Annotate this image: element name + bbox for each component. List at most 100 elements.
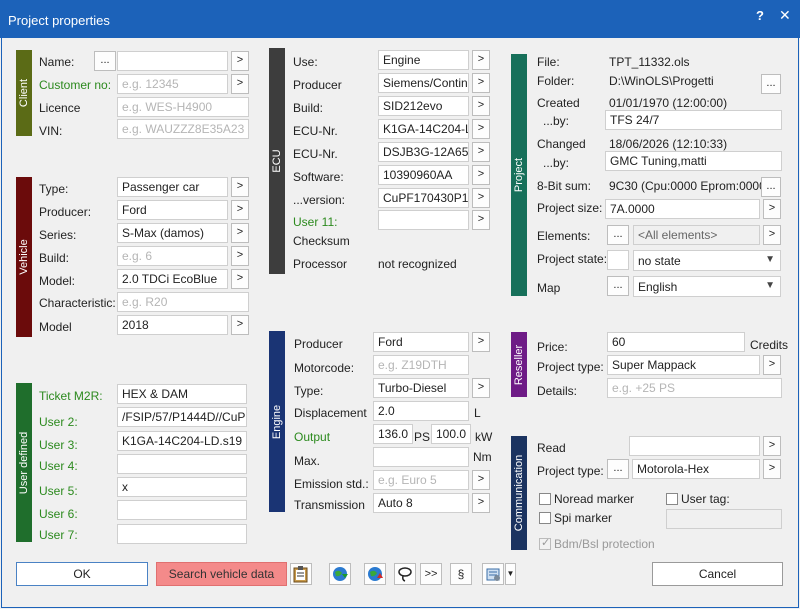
project-size-field[interactable]: 7A.0000 xyxy=(605,199,760,219)
displacement-field[interactable]: 2.0 xyxy=(373,401,469,421)
transmission-field[interactable]: Auto 8 xyxy=(373,493,469,513)
settings-dropdown-arrow[interactable]: ▼ xyxy=(505,563,516,585)
version-arrow-button[interactable]: > xyxy=(472,188,490,208)
changed-by-field[interactable]: GMC Tuning,matti xyxy=(605,151,782,171)
emission-field[interactable]: e.g. Euro 5 xyxy=(373,470,469,490)
user11-arrow-button[interactable]: > xyxy=(472,210,490,230)
forward-button[interactable]: >> xyxy=(420,563,442,585)
transmission-arrow-button[interactable]: > xyxy=(472,493,490,513)
version-field[interactable]: CuPF170430P1444 xyxy=(378,188,469,208)
read-field[interactable] xyxy=(629,436,760,456)
user3-field[interactable]: K1GA-14C204-LD.s19 xyxy=(117,431,247,451)
customer-no-field[interactable]: e.g. 12345 xyxy=(117,74,228,94)
use-field[interactable]: Engine xyxy=(378,50,469,70)
read-arrow-button[interactable]: > xyxy=(763,436,781,456)
noread-marker-checkbox[interactable] xyxy=(539,493,551,505)
folder-dots-button[interactable]: ... xyxy=(761,74,781,94)
output-ps-field[interactable]: 136.0 xyxy=(373,424,413,444)
vehicle-build-field[interactable]: e.g. 6 xyxy=(117,246,228,266)
output-kw-field[interactable]: 100.0 xyxy=(431,424,471,444)
max-field[interactable] xyxy=(373,447,469,467)
vehicle-type-field[interactable]: Passenger car xyxy=(117,177,228,197)
engine-producer-arrow-button[interactable]: > xyxy=(472,332,490,352)
elements-dots-button[interactable]: ... xyxy=(607,225,629,245)
licence-field[interactable]: e.g. WES-H4900 xyxy=(117,97,249,117)
ecu-build-field[interactable]: SID212evo xyxy=(378,96,469,116)
reseller-section-tab: Reseller xyxy=(511,332,527,397)
details-field[interactable]: e.g. +25 PS xyxy=(607,378,782,398)
use-arrow-button[interactable]: > xyxy=(472,50,490,70)
ecu-nr2-arrow-button[interactable]: > xyxy=(472,142,490,162)
software-field[interactable]: 10390960AA xyxy=(378,165,469,185)
help-button[interactable]: ? xyxy=(756,8,764,23)
user7-field[interactable] xyxy=(117,524,247,544)
elements-label: Elements: xyxy=(537,229,591,243)
name-arrow-button[interactable]: > xyxy=(231,51,249,71)
close-button[interactable]: ✕ xyxy=(779,7,791,24)
ecu-nr1-field[interactable]: K1GA-14C204-LD xyxy=(378,119,469,139)
user5-field[interactable]: x xyxy=(117,477,247,497)
map-dots-button[interactable]: ... xyxy=(607,276,629,296)
comm-project-type-dots-button[interactable]: ... xyxy=(607,459,629,479)
series-field[interactable]: S-Max (damos) xyxy=(117,223,228,243)
software-arrow-button[interactable]: > xyxy=(472,165,490,185)
model-field[interactable]: 2.0 TDCi EcoBlue xyxy=(117,269,228,289)
paragraph-button[interactable]: § xyxy=(450,563,472,585)
user6-label: User 6: xyxy=(39,507,78,521)
ecu-nr2-field[interactable]: DSJB3G-12A650-C xyxy=(378,142,469,162)
name-dots-button[interactable]: ... xyxy=(94,51,116,71)
vin-field[interactable]: e.g. WAUZZZ8E35A23 xyxy=(117,119,249,139)
lasso-icon[interactable] xyxy=(394,563,416,585)
bdm-protection-checkbox[interactable] xyxy=(539,536,551,550)
globe-download-icon[interactable] xyxy=(329,563,351,585)
created-by-field[interactable]: TFS 24/7 xyxy=(605,110,782,130)
customer-no-arrow-button[interactable]: > xyxy=(231,74,249,94)
user-tag-field[interactable] xyxy=(666,509,782,529)
engine-type-field[interactable]: Turbo-Diesel xyxy=(373,378,469,398)
user4-field[interactable] xyxy=(117,454,247,474)
user-tag-checkbox[interactable] xyxy=(666,493,678,505)
emission-arrow-button[interactable]: > xyxy=(472,470,490,490)
ticket-field[interactable]: HEX & DAM xyxy=(117,384,247,404)
ecu-producer-field[interactable]: Siemens/Continer xyxy=(378,73,469,93)
model-year-field[interactable]: 2018 xyxy=(117,315,228,335)
elements-field[interactable]: <All elements> xyxy=(633,225,760,245)
globe-upload-icon[interactable] xyxy=(364,563,386,585)
clipboard-icon[interactable] xyxy=(290,563,312,585)
reseller-project-type-field[interactable]: Super Mappack xyxy=(607,355,760,375)
user2-field[interactable]: /FSIP/57/P1444D//CuPF1 xyxy=(117,407,247,427)
vehicle-type-arrow-button[interactable]: > xyxy=(231,177,249,197)
map-dropdown[interactable]: English ▼ xyxy=(633,276,781,297)
motorcode-field[interactable]: e.g. Z19DTH xyxy=(373,355,469,375)
comm-project-type-field[interactable]: Motorola-Hex xyxy=(632,459,760,479)
project-state-dropdown[interactable]: no state ▼ xyxy=(633,250,781,271)
vehicle-producer-field[interactable]: Ford xyxy=(117,200,228,220)
ecu-build-arrow-button[interactable]: > xyxy=(472,96,490,116)
project-size-label: Project size: xyxy=(537,201,603,215)
reseller-project-type-arrow-button[interactable]: > xyxy=(763,355,781,375)
ok-button[interactable]: OK xyxy=(16,562,148,586)
comm-project-type-arrow-button[interactable]: > xyxy=(763,459,781,479)
name-field[interactable] xyxy=(117,51,228,71)
ecu-producer-arrow-button[interactable]: > xyxy=(472,73,490,93)
spi-marker-checkbox[interactable] xyxy=(539,512,551,524)
checksum-dots-button[interactable]: ... xyxy=(761,177,781,197)
settings-icon[interactable] xyxy=(482,563,504,585)
series-arrow-button[interactable]: > xyxy=(231,223,249,243)
model-arrow-button[interactable]: > xyxy=(231,269,249,289)
search-vehicle-data-button[interactable]: Search vehicle data xyxy=(156,562,287,586)
user11-field[interactable] xyxy=(378,210,469,230)
elements-arrow-button[interactable]: > xyxy=(763,225,781,245)
project-size-arrow-button[interactable]: > xyxy=(763,199,781,219)
project-state-color[interactable] xyxy=(607,250,629,270)
vehicle-build-arrow-button[interactable]: > xyxy=(231,246,249,266)
user6-field[interactable] xyxy=(117,500,247,520)
cancel-button[interactable]: Cancel xyxy=(652,562,783,586)
engine-type-arrow-button[interactable]: > xyxy=(472,378,490,398)
ecu-nr1-arrow-button[interactable]: > xyxy=(472,119,490,139)
vehicle-producer-arrow-button[interactable]: > xyxy=(231,200,249,220)
model-year-arrow-button[interactable]: > xyxy=(231,315,249,335)
price-field[interactable]: 60 xyxy=(607,332,745,352)
characteristic-field[interactable]: e.g. R20 xyxy=(117,292,249,312)
engine-producer-field[interactable]: Ford xyxy=(373,332,469,352)
